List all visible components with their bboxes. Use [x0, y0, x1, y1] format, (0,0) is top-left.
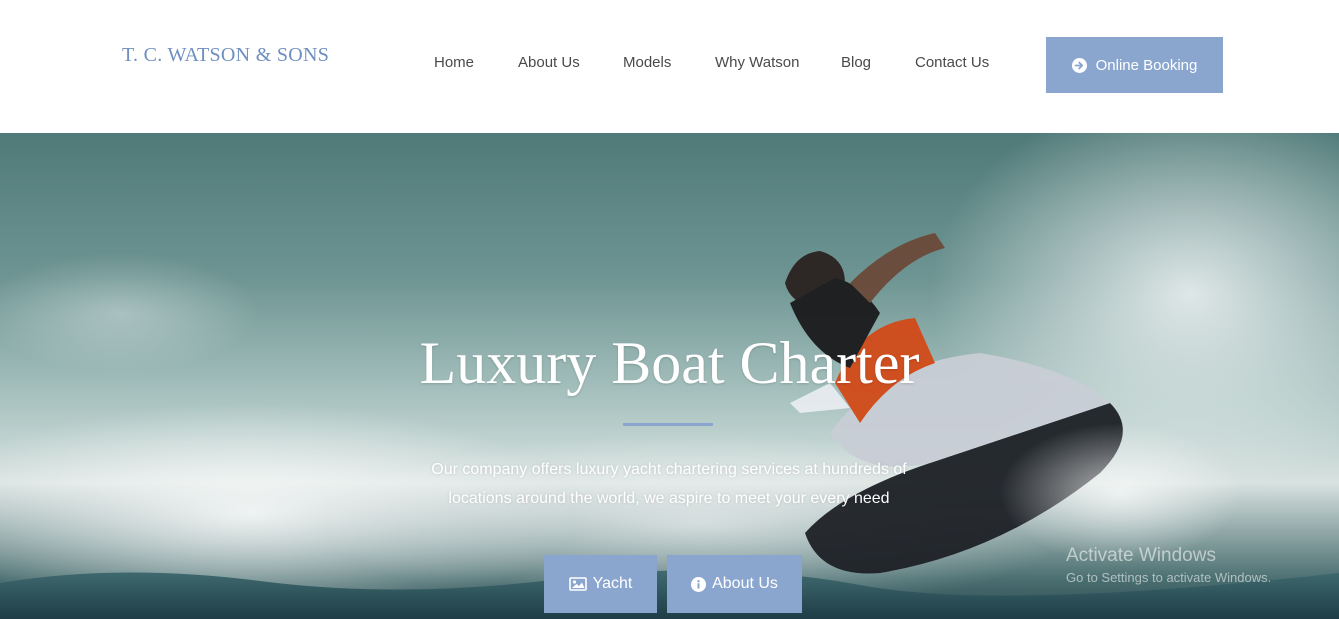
nav-item-home[interactable]: Home — [434, 54, 474, 71]
hero-description: Our company offers luxury yacht charteri… — [431, 461, 907, 507]
info-circle-icon — [691, 576, 707, 592]
image-icon — [568, 577, 587, 591]
site-logo[interactable]: T. C. WATSON & SONS — [122, 44, 329, 67]
nav-item-blog[interactable]: Blog — [841, 54, 871, 71]
hero-title: Luxury Boat Charter — [419, 330, 920, 396]
yacht-button-label: Yacht — [592, 575, 633, 592]
nav-item-why-watson[interactable]: Why Watson — [715, 54, 799, 71]
watermark-subtitle: Go to Settings to activate Windows. — [1066, 570, 1272, 585]
watermark-title: Activate Windows — [1066, 545, 1216, 566]
nav-item-about-us[interactable]: About Us — [518, 54, 580, 71]
online-booking-button[interactable]: Online Booking — [1046, 37, 1223, 93]
about-us-button-label: About Us — [712, 575, 778, 592]
yacht-button[interactable]: Yacht — [544, 555, 657, 613]
hero-section: Luxury Boat Charter Our company offers l… — [0, 133, 1339, 619]
nav-item-contact-us[interactable]: Contact Us — [915, 54, 989, 71]
online-booking-label: Online Booking — [1095, 56, 1198, 74]
activate-windows-watermark: Activate Windows Go to Settings to activ… — [1066, 545, 1271, 585]
about-us-button[interactable]: About Us — [667, 555, 802, 613]
hero-divider — [623, 423, 713, 426]
site-header: T. C. WATSON & SONS Home About Us Models… — [0, 0, 1339, 133]
circle-arrow-right-icon — [1071, 57, 1087, 73]
nav-item-models[interactable]: Models — [623, 54, 671, 71]
